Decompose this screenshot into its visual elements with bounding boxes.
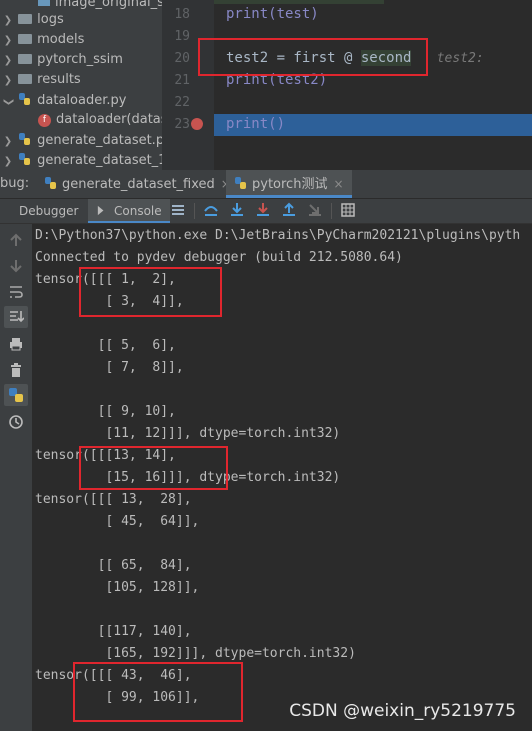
line-number: 23 xyxy=(174,117,190,132)
console-line: [105, 128]], xyxy=(35,580,200,595)
arrow-up-icon[interactable] xyxy=(8,232,24,248)
print-icon[interactable] xyxy=(8,336,24,352)
function-icon: f xyxy=(38,114,51,127)
debugger-toolbar: Debugger Console xyxy=(0,199,532,224)
chevron-right-icon[interactable]: ❯ xyxy=(2,31,14,51)
tree-item-pytorch-ssim[interactable]: ❯ pytorch_ssim xyxy=(2,50,123,70)
chevron-right-icon[interactable]: ❯ xyxy=(2,71,14,91)
tree-item-generate-dataset-py[interactable]: ❯ generate_dataset.py xyxy=(2,130,162,150)
code-line-18[interactable]: print(test) xyxy=(226,6,319,22)
console-line: Connected to pydev debugger (build 212.5… xyxy=(35,250,403,265)
python-file-icon xyxy=(45,177,56,189)
editor-area: image_original_siz ❯ logs ❯ models ❯ pyt… xyxy=(0,0,532,170)
debug-tab-bar: bug: generate_dataset_fixed× pytorch测试× xyxy=(0,170,532,199)
step-over-icon[interactable] xyxy=(203,202,219,218)
console-line: [[ 9, 10], xyxy=(35,404,176,419)
step-into-icon[interactable] xyxy=(229,202,245,218)
watermark: CSDN @weixin_ry5219775 xyxy=(289,701,516,721)
toolbar-divider xyxy=(331,203,332,219)
annotation-box xyxy=(198,38,428,76)
soft-wrap-icon[interactable] xyxy=(8,284,24,300)
chevron-right-icon[interactable]: ❯ xyxy=(2,152,14,170)
line-number: 18 xyxy=(174,7,190,22)
line-number: 19 xyxy=(174,29,190,44)
tab-pytorch-test[interactable]: pytorch测试 × xyxy=(226,170,352,198)
breakpoint-icon[interactable] xyxy=(191,118,203,130)
python-console-icon xyxy=(9,388,23,402)
folder-icon xyxy=(18,34,33,44)
chevron-right-icon[interactable]: ❯ xyxy=(2,11,14,31)
package-folder-icon xyxy=(18,54,33,64)
python-console-toggle[interactable] xyxy=(4,384,28,406)
run-to-cursor-icon[interactable] xyxy=(307,202,323,218)
chevron-right-icon[interactable]: ❯ xyxy=(2,132,14,152)
image-file-icon xyxy=(38,0,50,6)
line-number: 20 xyxy=(174,51,190,66)
debug-label: bug: xyxy=(0,176,30,191)
annotation-box xyxy=(79,446,228,490)
tab-generate-dataset-fixed[interactable]: generate_dataset_fixed× xyxy=(44,170,237,198)
scroll-to-end-icon xyxy=(10,311,24,323)
arrow-down-icon[interactable] xyxy=(8,258,24,274)
tab-debugger[interactable]: Debugger xyxy=(12,199,85,223)
console-line: [ 45, 64]], xyxy=(35,514,200,529)
clock-icon[interactable] xyxy=(8,414,24,430)
menu-icon[interactable] xyxy=(170,202,186,218)
console-line: tensor([[[ 13, 28], xyxy=(35,492,192,507)
console-icon xyxy=(97,205,104,216)
tab-console[interactable]: Console xyxy=(88,199,170,223)
console-side-toolbar xyxy=(0,224,32,731)
code-line-23[interactable]: print() xyxy=(226,116,285,132)
scroll-to-end-toggle[interactable] xyxy=(4,306,28,328)
python-file-icon xyxy=(19,93,31,105)
toolbar-divider xyxy=(194,203,195,219)
chevron-right-icon[interactable]: ❯ xyxy=(2,51,14,71)
tree-item-logs[interactable]: ❯ logs xyxy=(2,10,64,30)
step-into-my-code-icon[interactable] xyxy=(255,202,271,218)
python-file-icon xyxy=(19,153,31,165)
annotation-box xyxy=(79,267,222,317)
python-file-icon xyxy=(19,133,31,145)
folder-icon xyxy=(18,14,33,24)
console-line: [11, 12]]], dtype=torch.int32) xyxy=(35,426,341,441)
step-out-icon[interactable] xyxy=(281,202,297,218)
line-number: 21 xyxy=(174,73,190,88)
console-line: [[ 65, 84], xyxy=(35,558,192,573)
python-file-icon xyxy=(235,177,246,189)
tree-item-dataloader-function[interactable]: fdataloader(datase xyxy=(38,110,162,130)
tree-item-models[interactable]: ❯ models xyxy=(2,30,85,51)
console-line: [165, 192]]], dtype=torch.int32) xyxy=(35,646,356,661)
console-line: D:\Python37\python.exe D:\JetBrains\PyCh… xyxy=(35,228,521,243)
annotation-box xyxy=(73,662,243,722)
evaluate-expression-icon[interactable] xyxy=(340,202,356,218)
console-line: [[ 5, 6], xyxy=(35,338,176,353)
trash-icon[interactable] xyxy=(8,362,24,378)
highlight-strip xyxy=(214,0,384,4)
line-number: 22 xyxy=(174,95,190,110)
folder-icon xyxy=(18,74,33,84)
chevron-down-icon[interactable]: ❯ xyxy=(0,96,18,108)
console-line: [[117, 140], xyxy=(35,624,192,639)
project-tree: image_original_siz ❯ logs ❯ models ❯ pyt… xyxy=(0,0,162,170)
tree-item-generate-dataset-100[interactable]: ❯ generate_dataset_100 xyxy=(2,150,162,170)
tree-item-dataloader-py[interactable]: ❯ dataloader.py xyxy=(2,90,126,110)
console-line: [ 7, 8]], xyxy=(35,360,184,375)
tree-item-results[interactable]: ❯ results xyxy=(2,70,81,90)
close-icon[interactable]: × xyxy=(333,177,343,191)
